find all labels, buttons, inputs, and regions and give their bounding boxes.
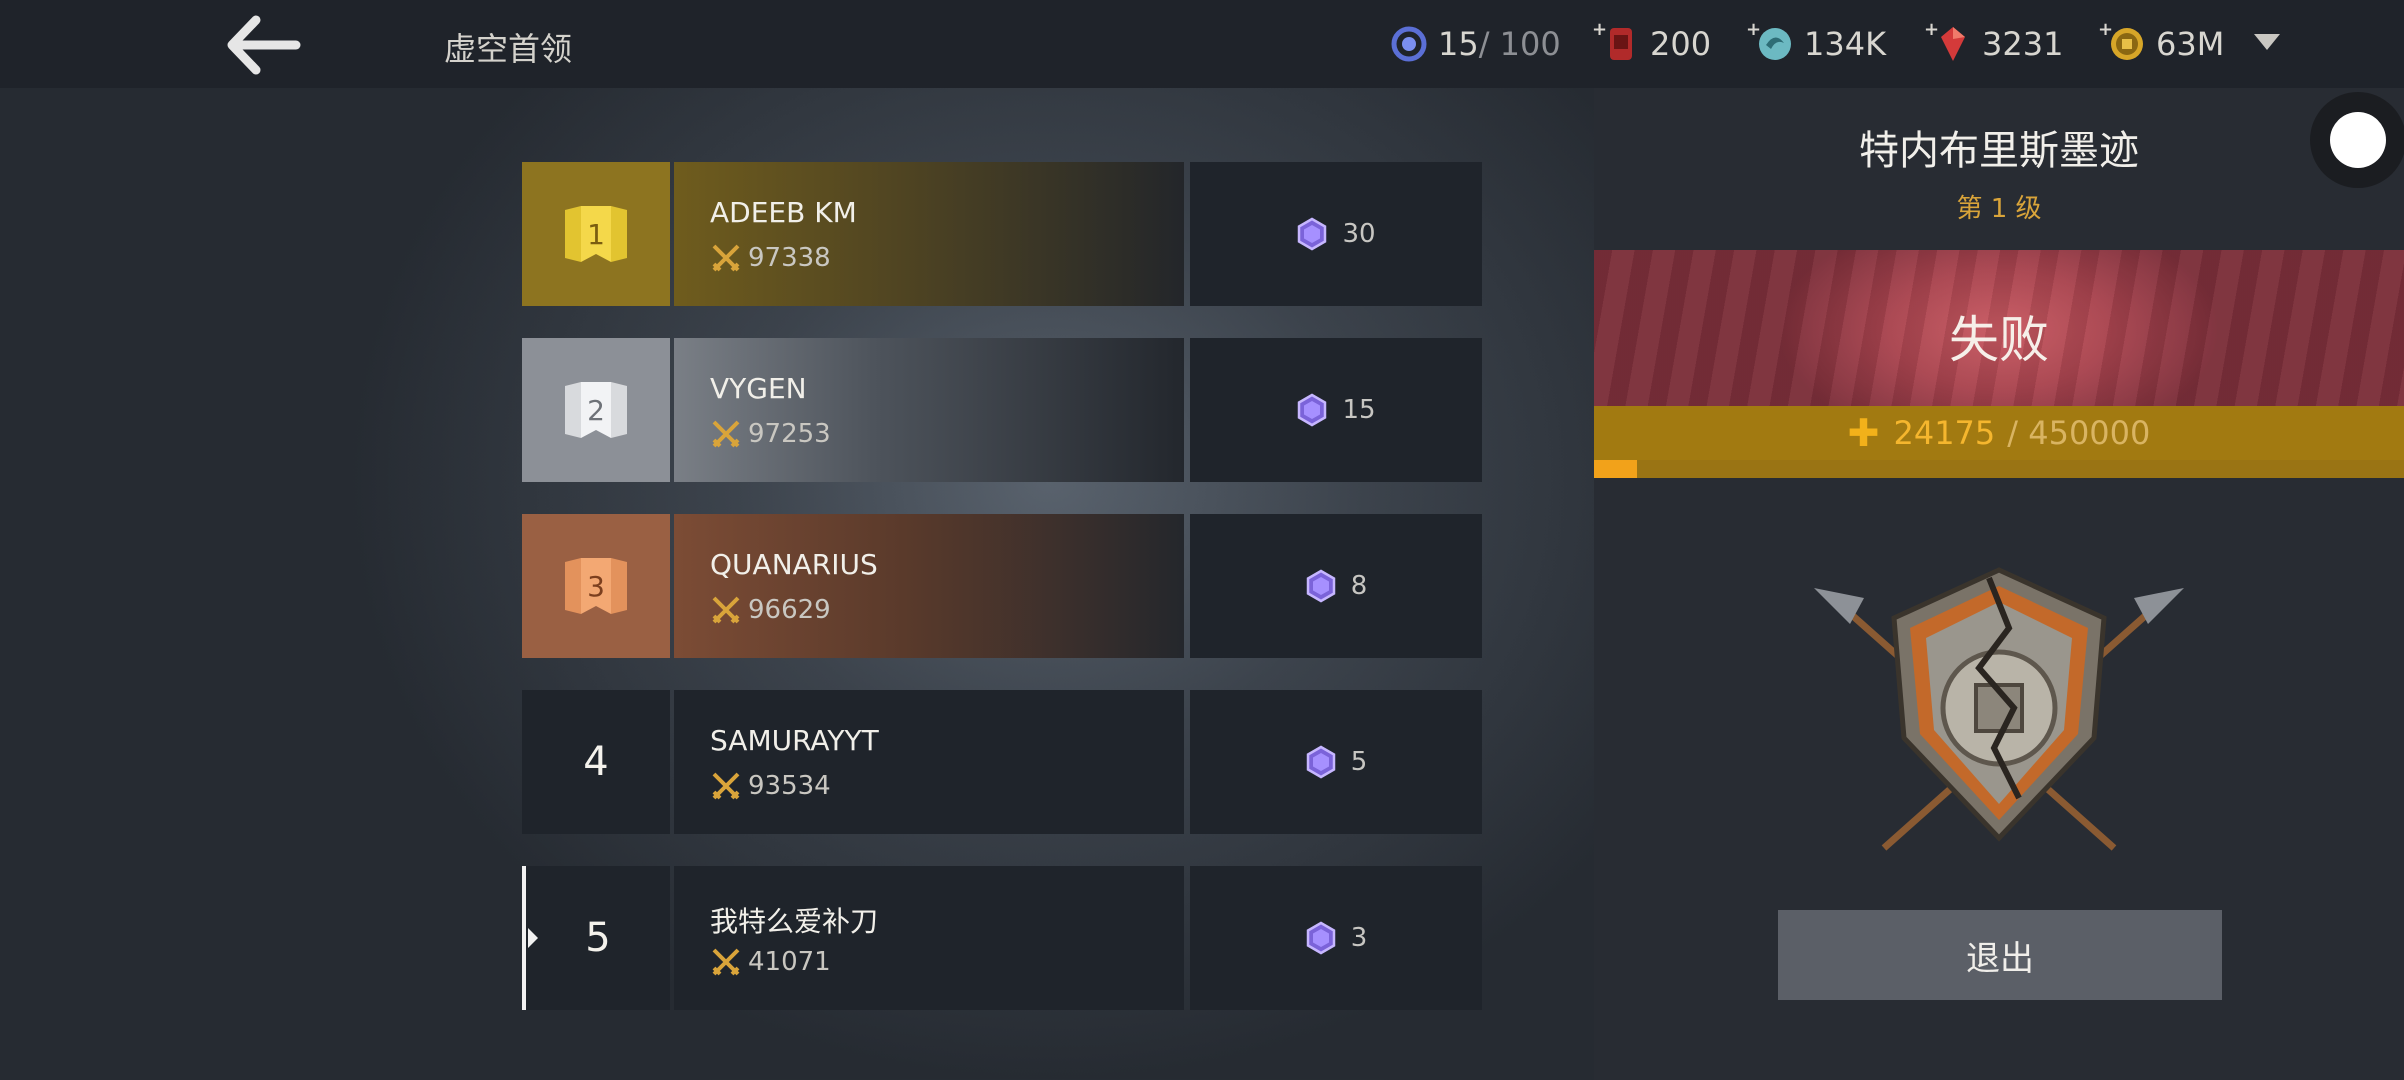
player-name: SAMURAYYT <box>710 724 879 757</box>
teal-resource-counter[interactable]: + 134K <box>1746 19 1886 68</box>
damage-progress-bar <box>1594 460 2404 478</box>
rank-number: 5 <box>522 866 670 1010</box>
hexagon-gem-icon <box>1306 745 1335 779</box>
crossed-swords-icon <box>712 948 740 976</box>
player-name: 我特么爱补刀 <box>710 905 879 938</box>
rank-banner: 3 <box>522 514 670 658</box>
player-info: 我特么爱补刀 41071 <box>674 866 1184 1010</box>
defeat-banner: 失败 <box>1594 250 2404 406</box>
leaderboard-row[interactable]: 3 QUANARIUS 96629 8 <box>522 514 1482 658</box>
chevron-down-icon[interactable] <box>2254 34 2280 50</box>
player-name: VYGEN <box>710 372 807 405</box>
add-plus-icon[interactable]: + <box>1746 19 1761 40</box>
floating-assist-button[interactable] <box>2310 92 2404 188</box>
red-canister-icon: + <box>1592 19 1640 63</box>
boss-name: 特内布里斯墨迹 <box>1859 128 2139 174</box>
add-plus-icon[interactable]: + <box>1924 19 1939 40</box>
exit-button[interactable]: 退出 <box>1778 910 2222 1000</box>
power-value: 97253 <box>710 418 831 450</box>
boss-level: 第 1 级 <box>1956 194 2042 224</box>
player-info: SAMURAYYT 93534 <box>674 690 1184 834</box>
power-value: 96629 <box>710 594 831 626</box>
gold-counter[interactable]: + 63M <box>2098 19 2224 68</box>
gem-counter[interactable]: + 3231 <box>1924 19 2063 68</box>
void-energy-counter[interactable]: 15 / 100 <box>1390 20 1561 68</box>
leaderboard-row[interactable]: 2 VYGEN 97253 15 <box>522 338 1482 482</box>
power-value: 41071 <box>710 946 831 978</box>
damage-progress-label: ✚ 24175 / 450000 <box>1594 406 2404 460</box>
void-points: 3 <box>1190 866 1482 1010</box>
rank-number: 4 <box>522 690 670 834</box>
plus-icon: ✚ <box>1847 411 1880 455</box>
crossed-swords-icon <box>712 596 740 624</box>
boss-result-panel: 特内布里斯墨迹 第 1 级 失败 ✚ 24175 / 450000 退出 <box>1594 88 2404 1080</box>
void-points: 5 <box>1190 690 1482 834</box>
back-arrow-icon[interactable] <box>222 14 302 76</box>
hexagon-gem-icon <box>1298 393 1327 427</box>
void-points: 30 <box>1190 162 1482 306</box>
player-info: ADEEB KM 97338 <box>674 162 1184 306</box>
player-name: QUANARIUS <box>710 548 878 581</box>
crossed-swords-icon <box>712 772 740 800</box>
teal-swirl-icon: + <box>1746 19 1794 63</box>
power-value: 97338 <box>710 242 831 274</box>
leaderboard-row[interactable]: 4 SAMURAYYT 93534 5 <box>522 690 1482 834</box>
add-plus-icon[interactable]: + <box>2098 19 2113 40</box>
leaderboard-row-current-player[interactable]: 5 我特么爱补刀 41071 3 <box>522 866 1482 1010</box>
red-resource-counter[interactable]: + 200 <box>1592 19 1711 68</box>
result-text: 失败 <box>1949 311 2049 369</box>
crossed-swords-icon <box>712 420 740 448</box>
circle-icon <box>2330 112 2386 168</box>
hexagon-gem-icon <box>1298 217 1327 251</box>
hexagon-gem-icon <box>1306 569 1335 603</box>
broken-shield-icon <box>1814 558 2184 858</box>
gold-coin-icon: + <box>2098 19 2146 63</box>
player-info: VYGEN 97253 <box>674 338 1184 482</box>
void-points: 8 <box>1190 514 1482 658</box>
power-value: 93534 <box>710 770 831 802</box>
leaderboard-row[interactable]: 1 ADEEB KM 97338 30 <box>522 162 1482 306</box>
page-title: 虚空首领 <box>444 30 573 68</box>
top-bar: 虚空首领 15 / 100 + 200 + 134K + 3231 + 63M <box>0 0 2404 88</box>
void-points: 15 <box>1190 338 1482 482</box>
progress-fill <box>1594 460 1638 478</box>
add-plus-icon[interactable]: + <box>1592 19 1607 40</box>
player-info: QUANARIUS 96629 <box>674 514 1184 658</box>
void-swirl-icon <box>1390 25 1428 63</box>
current-player-marker-icon <box>528 928 538 948</box>
hexagon-gem-icon <box>1306 921 1335 955</box>
red-gem-icon: + <box>1924 19 1972 63</box>
rank-banner: 1 <box>522 162 670 306</box>
rank-banner: 2 <box>522 338 670 482</box>
crossed-swords-icon <box>712 244 740 272</box>
player-name: ADEEB KM <box>710 196 857 229</box>
